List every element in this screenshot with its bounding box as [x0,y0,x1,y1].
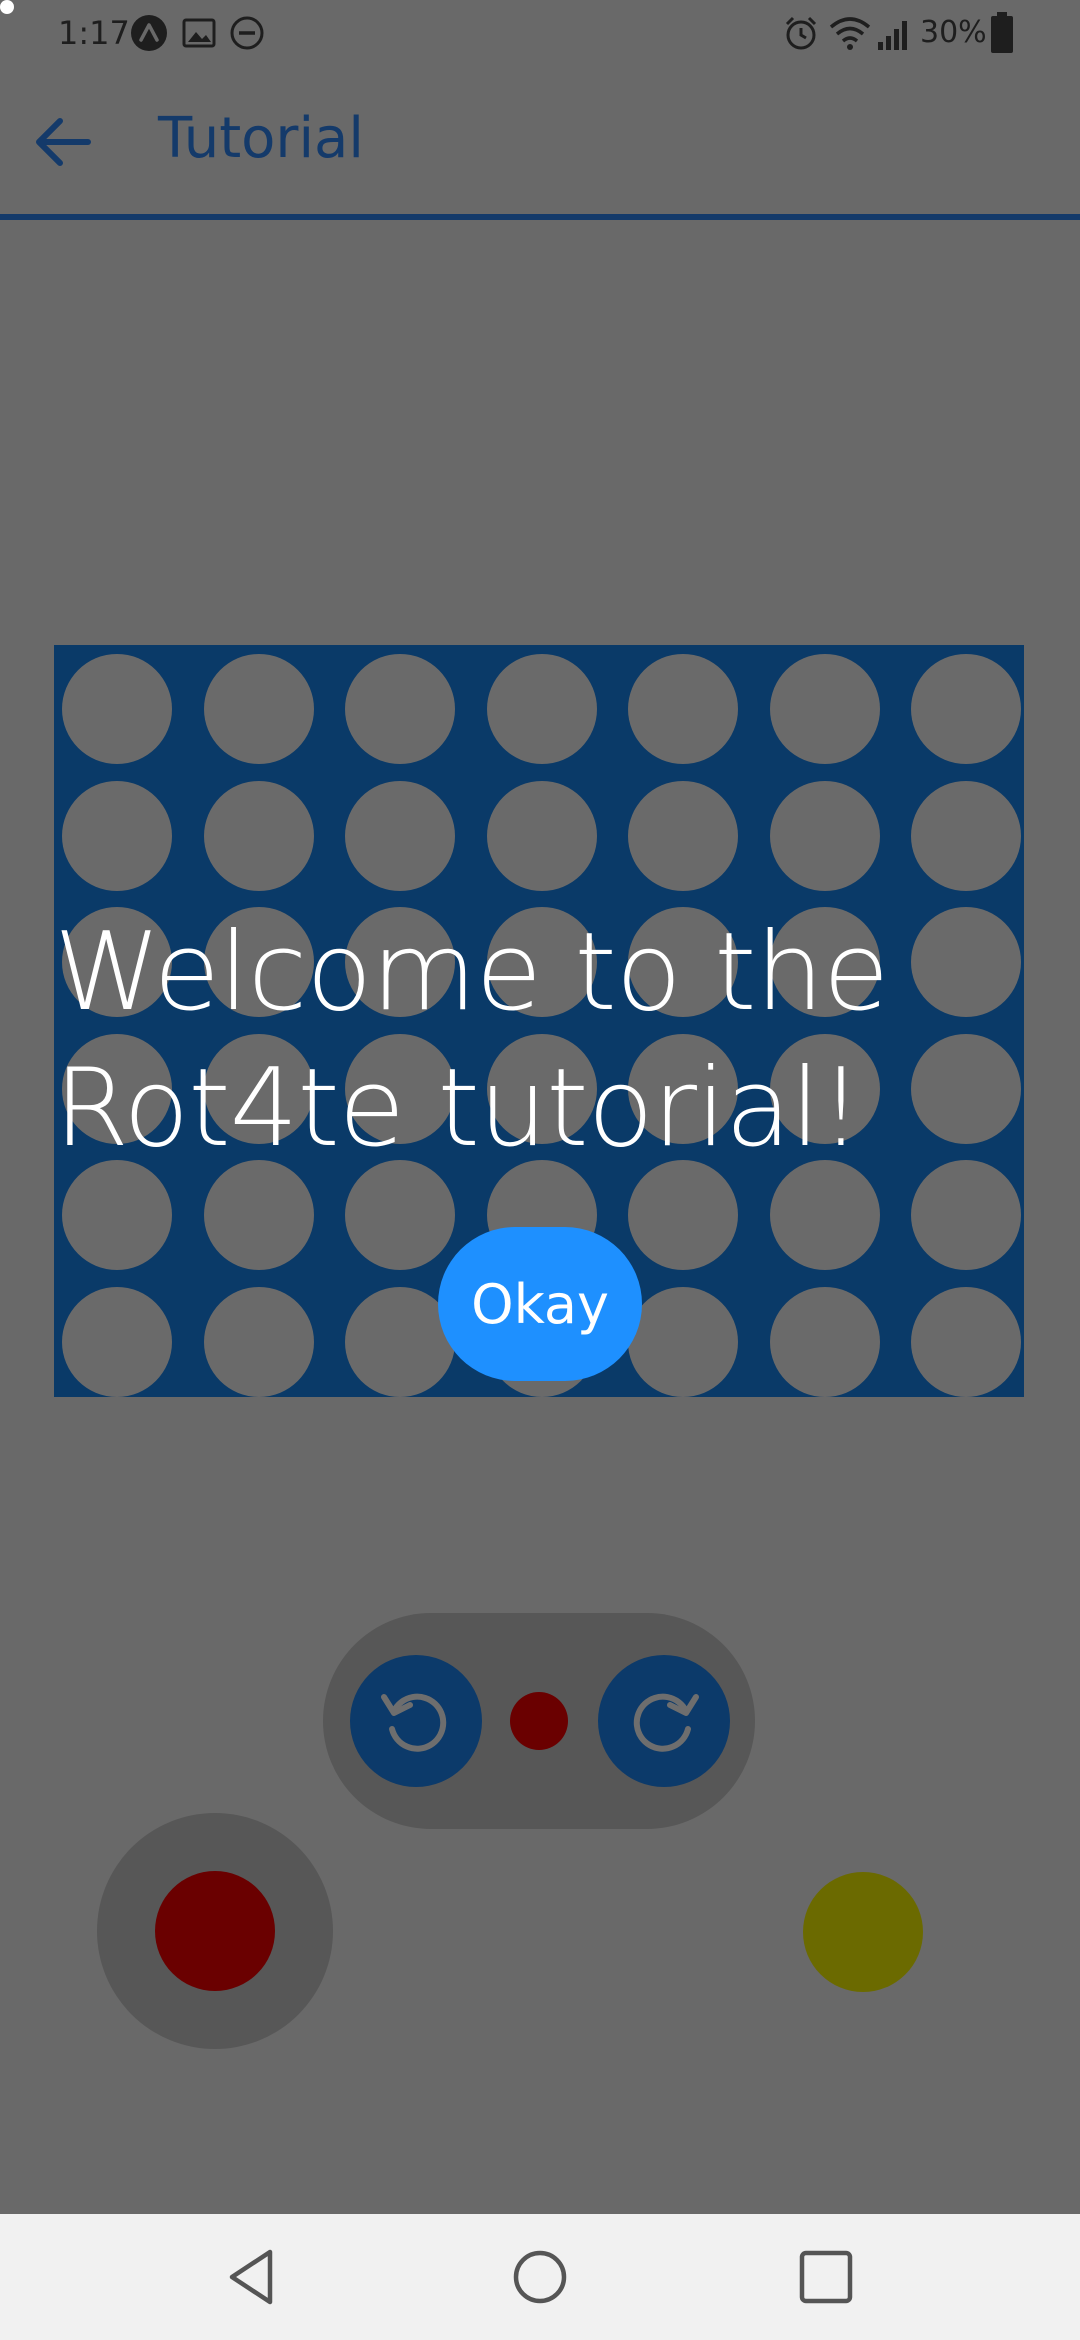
board-cell[interactable] [911,1286,1021,1397]
current-player-indicator [510,1692,568,1750]
tutorial-screen: 1:17 30% Tutorial Welcome to the Rot4te … [0,0,1080,2340]
board-cell[interactable] [628,780,738,891]
page-title: Tutorial [158,106,364,171]
board-cell[interactable] [345,654,455,764]
signal-icon [878,21,907,50]
alarm-icon [785,16,817,50]
back-triangle-icon[interactable] [220,2244,286,2310]
okay-button[interactable]: Okay [438,1227,642,1381]
board-cell[interactable] [769,1286,880,1397]
image-icon [182,18,216,48]
rotate-counterclockwise-icon [381,1693,447,1752]
status-bar: 1:17 30% [0,0,1080,66]
player2-token[interactable] [803,1872,923,1992]
corner-dot [0,0,14,14]
welcome-message: Welcome to the Rot4te tutorial! [54,905,1034,1177]
player1-token[interactable] [155,1871,275,1991]
rotate-left-button[interactable] [350,1655,482,1787]
board-cell[interactable] [486,780,597,891]
board-cell[interactable] [911,780,1021,891]
player1-token-holder[interactable] [97,1813,333,2049]
board-cell[interactable] [203,654,314,764]
board-cell[interactable] [769,654,880,764]
wifi-icon [829,17,871,50]
board-cell[interactable] [628,1286,738,1397]
home-circle-icon[interactable] [507,2244,573,2310]
board-cell[interactable] [203,780,314,891]
recents-square-icon[interactable] [793,2244,859,2310]
board-cell[interactable] [769,780,880,891]
rotate-right-button[interactable] [598,1655,730,1787]
app-bar-divider [0,214,1080,220]
board-cell[interactable] [62,654,172,764]
board-cell[interactable] [62,1286,172,1397]
board-cell[interactable] [628,654,738,764]
status-time: 1:17 [58,14,130,52]
welcome-message-line2: Rot4te tutorial! [54,1046,863,1171]
battery-icon [991,12,1013,53]
rotate-clockwise-icon [633,1693,699,1752]
board-cell[interactable] [203,1286,314,1397]
board-cell[interactable] [345,780,455,891]
board-cell[interactable] [62,780,172,891]
app-notification-icon [131,15,167,51]
arrow-back-icon[interactable] [28,106,100,178]
do-not-disturb-icon [230,16,264,50]
system-nav-bar [0,2214,1080,2340]
app-bar: Tutorial [0,66,1080,214]
board-cell[interactable] [911,654,1021,764]
board-cell[interactable] [486,654,597,764]
welcome-message-line1: Welcome to the [54,910,889,1035]
rotate-controls [323,1613,755,1829]
battery-percent: 30% [920,15,987,50]
